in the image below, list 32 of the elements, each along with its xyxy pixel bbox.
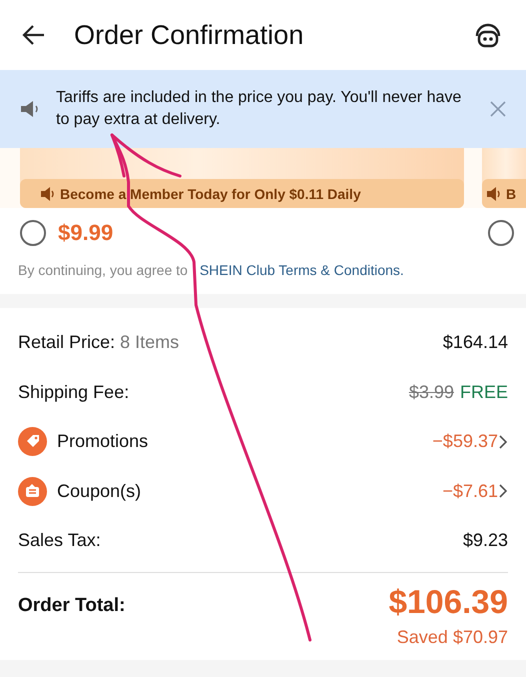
shipping-value: FREE xyxy=(460,382,508,403)
row-label: Coupon(s) xyxy=(57,480,142,502)
row-label: Shipping Fee: xyxy=(18,382,130,403)
row-label: Sales Tax: xyxy=(18,530,101,552)
speaker-icon xyxy=(20,100,40,118)
terms-link[interactable]: SHEIN Club Terms & Conditions. xyxy=(200,262,404,278)
radio-button[interactable] xyxy=(20,220,46,246)
speaker-icon xyxy=(486,186,502,200)
notice-text: Tariffs are included in the price you pay. You'll never have to pay extra at delivery. xyxy=(56,88,462,130)
item-count: 8 Items xyxy=(120,332,180,354)
member-promo-text: B xyxy=(506,186,516,202)
discount-amount: −$59.37 xyxy=(432,431,498,452)
back-arrow-icon[interactable] xyxy=(22,24,46,46)
radio-button[interactable] xyxy=(488,220,514,246)
member-promo-text: Become a Member Today for Only $0.11 Daily xyxy=(60,186,361,202)
chevron-right-icon[interactable] xyxy=(498,434,508,449)
savings-text: Saved $70.97 xyxy=(396,626,508,648)
original-price: $3.99 xyxy=(408,382,454,403)
tag-icon xyxy=(18,427,47,456)
plan-price: $9.99 xyxy=(58,220,114,246)
terms-text: By continuing, you agree to xyxy=(18,262,188,278)
discount-amount: −$7.61 xyxy=(442,480,498,502)
row-label: Promotions xyxy=(57,431,150,452)
row-label: Retail Price: xyxy=(18,332,116,354)
total-label: Order Total: xyxy=(18,594,126,618)
row-value: $9.23 xyxy=(462,530,508,552)
chevron-right-icon[interactable] xyxy=(498,484,508,498)
total-value: $106.39 xyxy=(388,582,508,620)
page-title: Order Confirmation xyxy=(74,20,305,50)
speaker-icon xyxy=(40,186,56,200)
coupon-icon xyxy=(18,476,47,506)
row-value: $164.14 xyxy=(442,332,508,354)
